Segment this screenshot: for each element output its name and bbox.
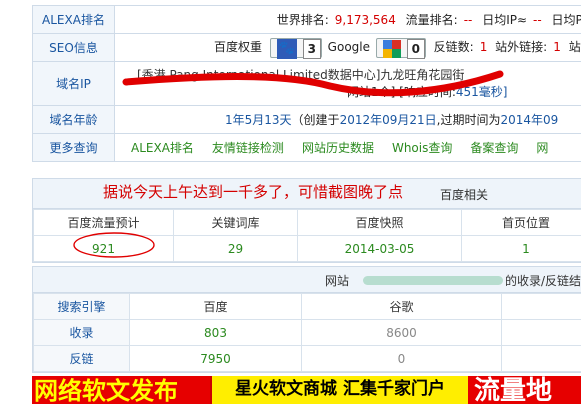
engine-table: 搜索引擎 百度 谷歌 收录 803 8600 反链 7950 0 [33, 293, 581, 372]
daily-ip-label: 日均IP≈ [482, 13, 528, 27]
more-link-friend-check[interactable]: 友情链接检测 [212, 141, 284, 155]
baidu-stats-table: 百度流量预计 关键词库 百度快照 首页位置 921 29 2014-03-05 … [33, 209, 581, 262]
baidu-stats-header-row: 百度流量预计 关键词库 百度快照 首页位置 [33, 209, 581, 236]
baidu-backlink-value[interactable]: 7950 [129, 345, 302, 372]
alexa-rank-link[interactable]: ALEXA排名 [32, 5, 115, 34]
site-count-text: 网站1个] [347, 84, 396, 99]
baidu-related-panel: 据说今天上午达到一千多了，可惜截图晚了点 百度相关 百度流量预计 关键词库 百度… [32, 178, 581, 263]
daily-pv-label: 日均PV [551, 13, 581, 27]
baidu-weight-value: 3 [302, 38, 321, 59]
world-rank-value: 9,173,564 [334, 13, 396, 27]
keywords-value[interactable]: 29 [173, 235, 298, 262]
domain-age-value: 1年5月13天 [225, 113, 292, 127]
homepage-position-value: 1 [461, 235, 581, 262]
more-link-history[interactable]: 网站历史数据 [302, 141, 374, 155]
google-icon [382, 39, 401, 58]
more-link-icp[interactable]: 备案查询 [470, 141, 518, 155]
ad-banner-middle[interactable]: 星火软文商城 汇集千家门户 [210, 376, 468, 404]
alexa-row: ALEXA排名 世界排名: 9,173,564 流量排名: -- 日均IP≈ -- 日… [32, 5, 581, 34]
created-date: 2012年09月21日 [339, 113, 437, 127]
baidu-paw-icon: 🐾 [276, 38, 297, 59]
more-query-label: 更多查询 [32, 133, 115, 162]
google-backlink-value[interactable]: 0 [301, 345, 502, 372]
engine-header-row: 搜索引擎 百度 谷歌 [33, 293, 581, 320]
expire-label: ,过期时间为 [436, 113, 501, 127]
baidu-weight-label: 百度权重 [214, 40, 263, 54]
seo-row: SEO信息 百度权重 🐾 3 Google 0 反链数: 1 站外链接: 1 站 [32, 33, 581, 62]
more-query-row: 更多查询 ALEXA排名 友情链接检测 网站历史数据 Whois查询 备案查询 网 [32, 133, 581, 162]
header-homepage-position: 首页位置 [461, 209, 581, 236]
header-traffic-estimate: 百度流量预计 [33, 209, 174, 236]
traffic-estimate-value[interactable]: 921 [33, 235, 174, 262]
more-link-truncated[interactable]: 网 [536, 141, 548, 155]
baidu-related-header: 据说今天上午达到一千多了，可惜截图晚了点 百度相关 [33, 179, 581, 209]
google-pr-badge[interactable]: 0 [375, 37, 426, 59]
google-label: Google [327, 40, 370, 54]
header-search-engine: 搜索引擎 [33, 293, 130, 320]
baidu-related-title: 百度相关 [440, 188, 489, 202]
expire-date: 2014年09 [500, 113, 559, 127]
backlink-label: 反链 [33, 345, 130, 372]
more-link-alexa[interactable]: ALEXA排名 [131, 141, 194, 155]
site-info-table: ALEXA排名 世界排名: 9,173,564 流量排名: -- 日均IP≈ -- 日… [32, 5, 581, 162]
blurred-domain [363, 276, 503, 285]
header-snapshot: 百度快照 [297, 209, 462, 236]
snapshot-value[interactable]: 2014-03-05 [297, 235, 462, 262]
traffic-rank-value: -- [463, 13, 473, 27]
google-index-value[interactable]: 8600 [301, 319, 502, 346]
ad-banner-left[interactable]: 网络软文发布 [32, 376, 210, 404]
external-links-label: 站外链接: [495, 40, 548, 54]
seo-info-link[interactable]: SEO信息 [32, 33, 115, 62]
daily-ip-value: -- [533, 13, 542, 27]
response-time-label: [响应时间: [399, 84, 456, 99]
backlink-row: 反链 7950 0 [33, 345, 581, 372]
traffic-rank-label: 流量排名: [405, 13, 458, 27]
handwritten-note: 据说今天上午达到一千多了，可惜截图晚了点 [103, 183, 404, 201]
backlinks-value: 1 [479, 40, 488, 54]
site-info-screenshot: ALEXA排名 世界排名: 9,173,564 流量排名: -- 日均IP≈ -- 日… [0, 0, 581, 404]
ad-banner[interactable]: 网络软文发布 星火软文商城 汇集千家门户 流量地 [32, 376, 581, 404]
header-keywords: 关键词库 [173, 209, 298, 236]
created-label: （创建于 [291, 113, 340, 127]
domain-ip-link[interactable]: 域名IP [32, 61, 115, 106]
world-rank-label: 世界排名: [276, 13, 329, 27]
index-row: 收录 803 8600 [33, 319, 581, 346]
google-pr-value: 0 [406, 38, 425, 59]
search-engine-panel: 网站 的收录/反链结 搜索引擎 百度 谷歌 收录 803 8600 反链 795… [32, 266, 581, 373]
backlinks-label: 反链数: [433, 40, 474, 54]
header-google: 谷歌 [301, 293, 502, 320]
inner-links-label: 站 [568, 40, 581, 54]
ad-banner-right[interactable]: 流量地 [468, 376, 581, 404]
baidu-index-value[interactable]: 803 [129, 319, 302, 346]
baidu-weight-badge[interactable]: 🐾 3 [269, 37, 322, 59]
header-baidu: 百度 [129, 293, 302, 320]
engine-title-prefix: 网站 [325, 274, 350, 288]
domain-age-row: 域名年龄 1年5月13天（创建于2012年09月21日,过期时间为2014年09 [32, 105, 581, 134]
external-links-value: 1 [553, 40, 561, 54]
response-time-value: 451毫秒] [455, 84, 508, 99]
engine-title-suffix: 的收录/反链结 [505, 274, 581, 288]
index-label: 收录 [33, 319, 130, 346]
domain-ip-text: [香港 Pang International Limited数据中心]九龙旺角花… [137, 67, 465, 82]
search-engine-header: 网站 的收录/反链结 [33, 267, 581, 293]
baidu-stats-value-row: 921 29 2014-03-05 1 [33, 235, 581, 262]
more-link-whois[interactable]: Whois查询 [392, 141, 452, 155]
domain-age-link[interactable]: 域名年龄 [32, 105, 115, 134]
domain-ip-row: 域名IP [香港 Pang International Limited数据中心]… [32, 61, 581, 106]
